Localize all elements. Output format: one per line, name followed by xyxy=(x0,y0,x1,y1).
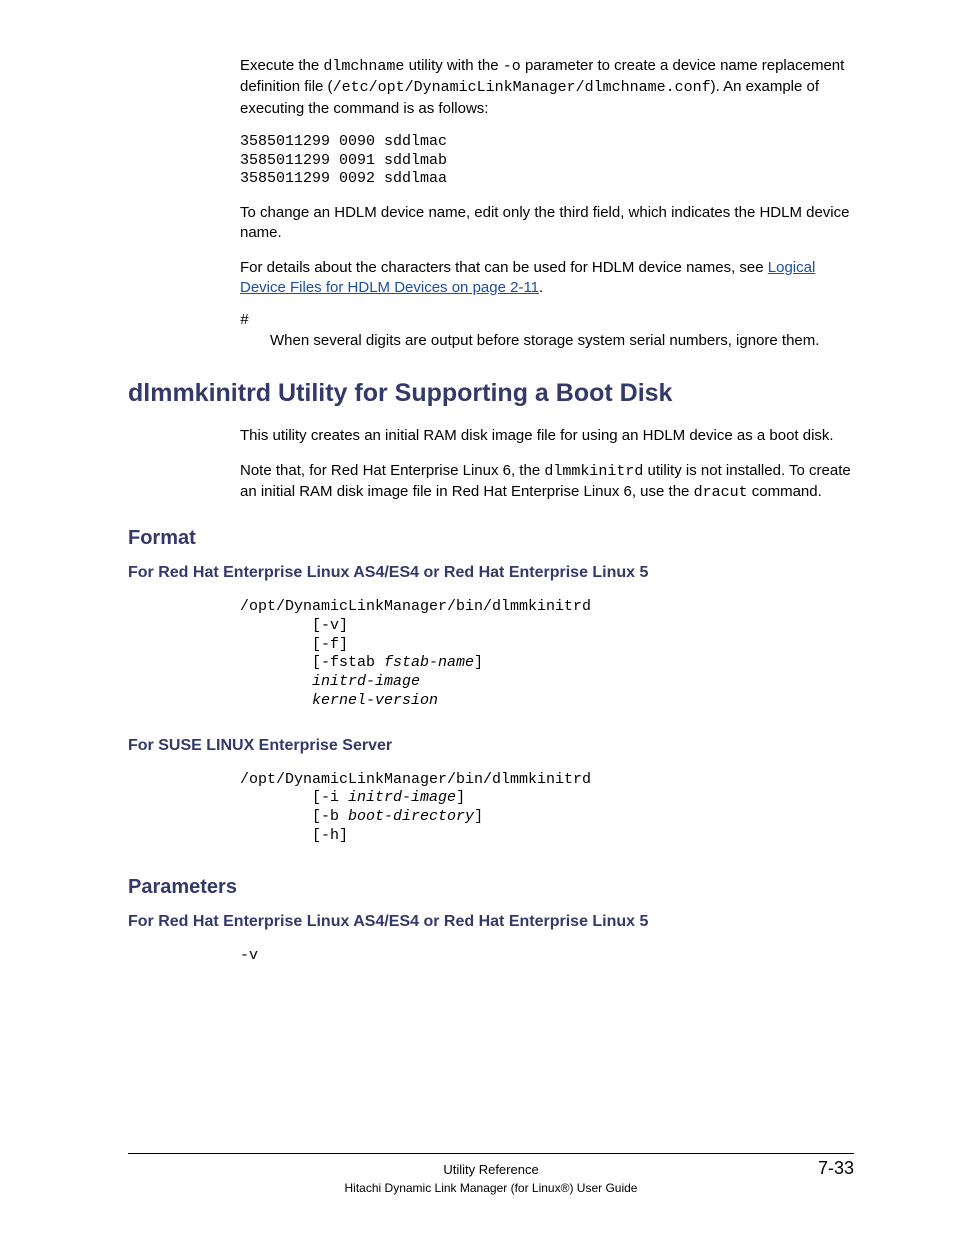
footer-section-title: Utility Reference xyxy=(370,1162,612,1177)
footer-page-number: 7-33 xyxy=(612,1158,854,1179)
code-inline: dlmmkinitrd xyxy=(544,463,643,480)
subheading-suse: For SUSE LINUX Enterprise Server xyxy=(128,737,854,755)
code-italic: fstab-name xyxy=(384,654,474,671)
paragraph-change: To change an HDLM device name, edit only… xyxy=(240,203,854,244)
code-line: ] xyxy=(474,808,483,825)
code-line: /opt/DynamicLinkManager/bin/dlmmkinitrd xyxy=(240,771,591,788)
code-line: [-fstab xyxy=(240,654,384,671)
code-inline: -o xyxy=(503,58,521,75)
paragraph-rhel6-note: Note that, for Red Hat Enterprise Linux … xyxy=(240,461,854,504)
paragraph-details: For details about the characters that ca… xyxy=(240,258,854,299)
code-italic: boot-directory xyxy=(348,808,474,825)
paragraph-utility-desc: This utility creates an initial RAM disk… xyxy=(240,426,854,446)
code-line: [-f] xyxy=(240,636,348,653)
code-line: [-i xyxy=(240,789,348,806)
text: command. xyxy=(748,483,822,500)
document-page: Execute the dlmchname utility with the -… xyxy=(0,0,954,1235)
code-block-example: 3585011299 0090 sddlmac 3585011299 0091 … xyxy=(240,133,854,189)
note-text: When several digits are output before st… xyxy=(270,331,854,351)
footer-doc-title: Hitachi Dynamic Link Manager (for Linux®… xyxy=(128,1181,854,1195)
footer-line: Utility Reference 7-33 xyxy=(128,1153,854,1179)
code-line: ] xyxy=(474,654,483,671)
code-italic: initrd-image xyxy=(348,789,456,806)
hash-symbol: # xyxy=(240,312,854,329)
heading-format: Format xyxy=(128,527,854,550)
code-block-suse: /opt/DynamicLinkManager/bin/dlmmkinitrd … xyxy=(240,771,854,846)
code-italic: kernel-version xyxy=(312,692,438,709)
code-inline: dlmchname xyxy=(323,58,404,75)
text: Execute the xyxy=(240,57,323,74)
text: Note that, for Red Hat Enterprise Linux … xyxy=(240,462,544,479)
code-block-rhel: /opt/DynamicLinkManager/bin/dlmmkinitrd … xyxy=(240,598,854,711)
code-line: [-b xyxy=(240,808,348,825)
text: For details about the characters that ca… xyxy=(240,259,768,276)
text: utility with the xyxy=(404,57,502,74)
heading-dlmmkinitrd: dlmmkinitrd Utility for Supporting a Boo… xyxy=(128,379,854,408)
paragraph-execute: Execute the dlmchname utility with the -… xyxy=(240,56,854,119)
code-inline: dracut xyxy=(694,484,748,501)
page-footer: Utility Reference 7-33 Hitachi Dynamic L… xyxy=(128,1153,854,1195)
code-italic: initrd-image xyxy=(312,673,420,690)
code-line: [-v] xyxy=(240,617,348,634)
subheading-params-rhel: For Red Hat Enterprise Linux AS4/ES4 or … xyxy=(128,913,854,931)
code-line: [-h] xyxy=(240,827,348,844)
subheading-rhel: For Red Hat Enterprise Linux AS4/ES4 or … xyxy=(128,564,854,582)
text: . xyxy=(539,279,543,296)
heading-parameters: Parameters xyxy=(128,876,854,899)
code-line: /opt/DynamicLinkManager/bin/dlmmkinitrd xyxy=(240,598,591,615)
code-inline: /etc/opt/DynamicLinkManager/dlmchname.co… xyxy=(333,79,711,96)
param-v: -v xyxy=(240,947,854,964)
code-line: ] xyxy=(456,789,465,806)
